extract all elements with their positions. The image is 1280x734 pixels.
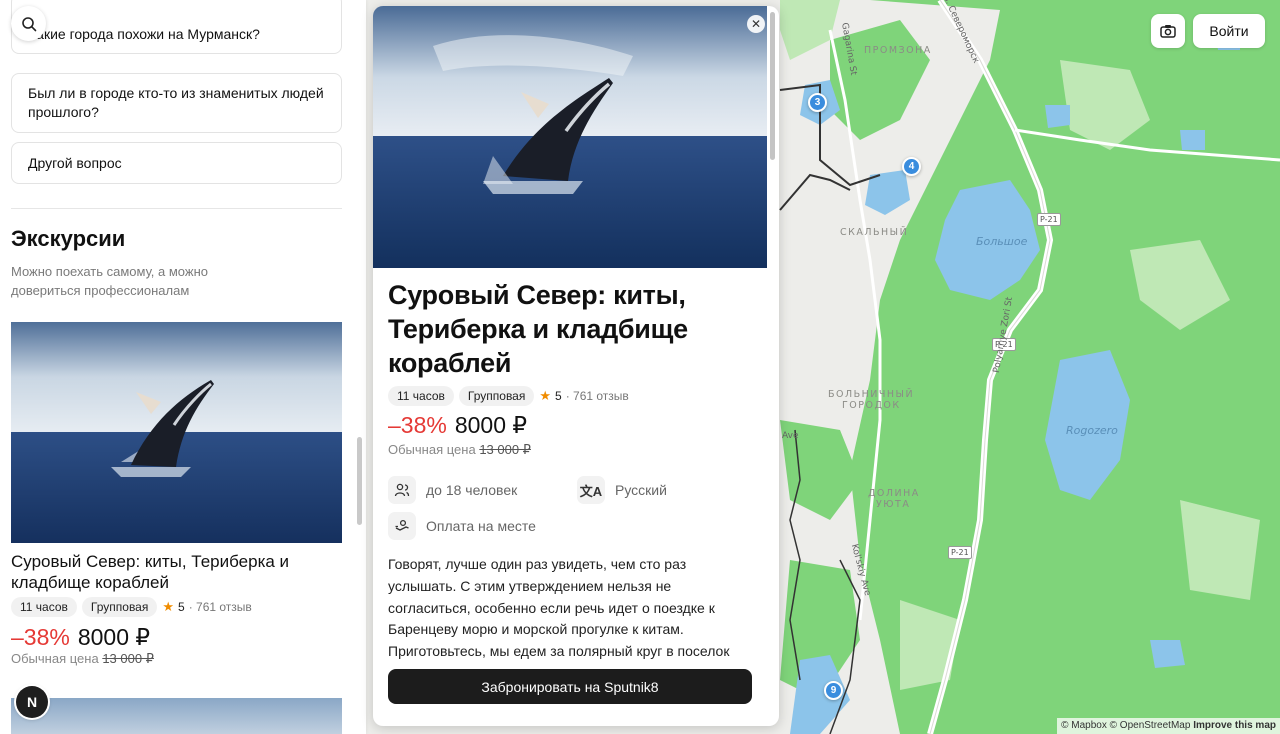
map-label-skalny: СКАЛЬНЫЙ: [840, 227, 909, 238]
map-pin[interactable]: 9: [824, 681, 843, 700]
rating-value: 5: [178, 600, 185, 614]
translate-icon: 文A: [577, 476, 605, 504]
map-pin[interactable]: 3: [808, 93, 827, 112]
mapbox-link[interactable]: © Mapbox: [1061, 720, 1107, 731]
question-label: Какие города похожи на Мурманск?: [28, 25, 260, 42]
search-button[interactable]: [11, 6, 46, 41]
tour-title[interactable]: Суровый Север: киты, Териберка и кладбищ…: [11, 551, 311, 593]
discount: –38%: [11, 624, 70, 650]
tour-modal-chips: 11 часов Групповая ★ 5 · 761 отзыв: [388, 386, 629, 406]
question-card[interactable]: Другой вопрос: [11, 142, 342, 184]
price: 8000 ₽: [454, 412, 528, 438]
map-label-uyuta: УЮТА: [876, 499, 911, 510]
lake-label-rogozero: Rogozero: [1066, 424, 1118, 437]
modal-scrollbar[interactable]: [770, 12, 775, 160]
map-label-promzona: ПРОМЗОНА: [864, 45, 932, 56]
old-price-label: Обычная цена: [388, 442, 476, 457]
old-price-value: 13 000 ₽: [479, 442, 531, 457]
question-card[interactable]: Какие города похожи на Мурманск?: [11, 0, 342, 54]
excursions-subtitle: Можно поехать самому, а можно довериться…: [11, 264, 208, 298]
old-price-label: Обычная цена: [11, 651, 99, 666]
group-size: до 18 человек: [388, 476, 517, 504]
map-label-bolnichny: БОЛЬНИЧНЫЙ: [828, 389, 915, 400]
lake-label-bolshoe: Большое: [976, 235, 1028, 248]
review-count: · 761 отзыв: [565, 389, 629, 403]
question-label: Был ли в городе кто-то из знаменитых люд…: [28, 85, 324, 120]
whale-photo: [373, 6, 767, 268]
review-count: · 761 отзыв: [188, 600, 252, 614]
whale-photo: [11, 322, 342, 543]
duration-chip: 11 часов: [388, 386, 454, 406]
tour-description: Говорят, лучше один раз увидеть, чем сто…: [388, 556, 730, 660]
discount: –38%: [388, 412, 447, 438]
tour-modal: ✕ Суровый Север: киты, Териберка и кладб…: [373, 6, 779, 726]
people-icon: [388, 476, 416, 504]
improve-map-link[interactable]: Improve this map: [1193, 720, 1276, 731]
payment-icon: [388, 512, 416, 540]
tour-image[interactable]: [11, 322, 342, 543]
excursions-heading: Экскурсии: [11, 226, 126, 251]
price-row: –38% 8000 ₽: [388, 412, 527, 439]
road-sign-p21: P-21: [1037, 213, 1061, 226]
star-icon: ★: [539, 388, 552, 403]
price: 8000 ₽: [77, 624, 151, 650]
osm-link[interactable]: © OpenStreetMap: [1110, 720, 1191, 731]
tour-modal-title: Суровый Север: киты, Териберка и кладбищ…: [388, 280, 688, 378]
tour-chips: 11 часов Групповая ★ 5 · 761 отзыв: [11, 597, 252, 617]
tour-modal-image: [373, 6, 767, 268]
payment: Оплата на месте: [388, 512, 536, 540]
sidebar-scrollbar[interactable]: [357, 437, 362, 525]
duration-chip: 11 часов: [11, 597, 77, 617]
language-label: Русский: [615, 482, 667, 498]
question-card[interactable]: Был ли в городе кто-то из знаменитых люд…: [11, 73, 342, 133]
street-label: Ave: [782, 431, 799, 441]
group-size-label: до 18 человек: [426, 482, 518, 498]
price-row: –38% 8000 ₽: [11, 624, 150, 651]
road-sign-p21: P-21: [948, 546, 972, 559]
star-icon: ★: [162, 599, 175, 614]
question-label: Другой вопрос: [28, 154, 122, 171]
type-chip: Групповая: [458, 386, 535, 406]
language: 文A Русский: [577, 476, 667, 504]
old-price: Обычная цена 13 000 ₽: [11, 651, 154, 667]
avatar[interactable]: N: [16, 686, 48, 718]
map-label-gorodok: ГОРОДОК: [842, 400, 901, 411]
divider: [11, 208, 342, 209]
rating-value: 5: [555, 389, 562, 403]
type-chip: Групповая: [81, 597, 158, 617]
map-pin[interactable]: 4: [902, 157, 921, 176]
map-label-dolina: ДОЛИНА: [868, 488, 920, 499]
next-tour-image[interactable]: [11, 698, 342, 734]
book-button[interactable]: Забронировать на Sputnik8: [388, 669, 752, 704]
login-button[interactable]: Войти: [1193, 14, 1265, 48]
sidebar[interactable]: Какие города похожи на Мурманск? Был ли …: [0, 0, 366, 734]
payment-label: Оплата на месте: [426, 518, 536, 534]
map-attribution: © Mapbox © OpenStreetMap Improve this ma…: [1057, 718, 1280, 734]
rating: ★ 5 · 761 отзыв: [539, 388, 628, 404]
old-price: Обычная цена 13 000 ₽: [388, 442, 531, 458]
camera-icon: [1160, 25, 1176, 38]
camera-button[interactable]: [1151, 14, 1185, 48]
search-icon: [21, 16, 36, 31]
old-price-value: 13 000 ₽: [102, 651, 154, 666]
close-icon[interactable]: ✕: [747, 15, 765, 33]
rating: ★ 5 · 761 отзыв: [162, 599, 251, 615]
